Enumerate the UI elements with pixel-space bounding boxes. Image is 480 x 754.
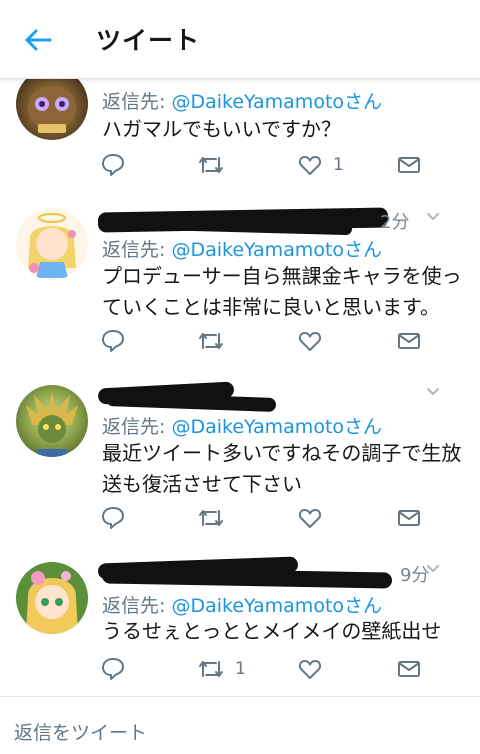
reply-handle-link[interactable]: @DaikeYamamotoさん <box>171 239 382 261</box>
tweet-actions <box>100 505 430 531</box>
tweet-actions <box>100 328 430 354</box>
tweet-item[interactable]: 2分 返信先: @DaikeYamamotoさん プロデューサー自ら無課金キャラ… <box>0 192 480 370</box>
avatar[interactable] <box>16 562 88 634</box>
like-icon <box>298 156 322 175</box>
reply-icon <box>102 154 124 176</box>
reply-icon <box>102 658 124 680</box>
reply-compose-input[interactable]: 返信をツイート <box>14 718 147 745</box>
tweet-text: プロデューサー自ら無課金キャラを使っ ていくことは非常に良いと思います。 <box>102 264 462 319</box>
app-header: ツイート <box>0 0 480 79</box>
message-button[interactable] <box>396 505 422 531</box>
like-button[interactable] <box>297 505 333 531</box>
reply-compose-bar[interactable]: 返信をツイート <box>0 696 480 754</box>
back-arrow-icon <box>25 29 52 51</box>
tweet-meta: 2分 <box>97 206 458 236</box>
tweet-item[interactable]: 返信先: @DaikeYamamotoさん 最近ツイート多いですねその調子で生放… <box>0 369 480 547</box>
redaction-mark <box>105 392 277 412</box>
reply-handle-link[interactable]: @DaikeYamamotoさん <box>171 91 382 113</box>
reply-to-label: 返信先: @DaikeYamamotoさん <box>102 595 383 617</box>
like-button[interactable]: 1 <box>297 152 344 178</box>
message-icon <box>398 510 420 526</box>
avatar[interactable] <box>16 385 88 457</box>
reply-button[interactable] <box>100 152 126 178</box>
page-title: ツイート <box>96 26 201 55</box>
tweet-meta: 9分 <box>97 556 458 589</box>
redaction-mark <box>101 567 393 589</box>
retweet-button[interactable] <box>197 505 235 531</box>
reply-to-label: 返信先: @DaikeYamamotoさん <box>102 91 383 113</box>
retweet-icon <box>199 333 223 349</box>
message-button[interactable] <box>396 656 422 682</box>
message-button[interactable] <box>396 328 422 354</box>
chevron-down-icon[interactable] <box>424 560 442 578</box>
tweet-text: ハガマルでもいいですか？ <box>102 117 341 141</box>
back-button[interactable] <box>18 22 58 58</box>
message-icon <box>398 661 420 677</box>
tweet-item[interactable]: 9分 返信先: @DaikeYamamotoさん うるせぇとっととメイメイの壁紙… <box>0 546 480 697</box>
retweet-button[interactable]: 1 <box>197 656 246 682</box>
chevron-down-icon[interactable] <box>424 383 442 401</box>
tweet-time: 2分 <box>380 212 410 233</box>
tweet-actions: 1 <box>100 656 430 682</box>
like-button[interactable] <box>297 656 333 682</box>
like-button[interactable] <box>297 328 333 354</box>
tweet-text: うるせぇとっととメイメイの壁紙出せ <box>102 619 442 643</box>
reply-to-label: 返信先: @DaikeYamamotoさん <box>102 416 383 438</box>
like-icon <box>298 332 322 351</box>
tweet-text: 最近ツイート多いですねその調子で生放 送も復活させて下さい <box>102 441 462 496</box>
retweet-button[interactable] <box>197 328 235 354</box>
reply-handle-link[interactable]: @DaikeYamamotoさん <box>171 416 382 438</box>
retweet-icon <box>199 157 223 173</box>
reply-handle-link[interactable]: @DaikeYamamotoさん <box>171 595 382 617</box>
like-icon <box>298 660 322 679</box>
message-icon <box>398 157 420 173</box>
reply-button[interactable] <box>100 328 126 354</box>
tweet-actions: 1 <box>100 152 430 178</box>
message-icon <box>398 333 420 349</box>
reply-button[interactable] <box>100 656 126 682</box>
retweet-icon <box>199 661 223 677</box>
retweet-count: 1 <box>235 659 246 679</box>
like-icon <box>298 509 322 528</box>
reply-to-label: 返信先: @DaikeYamamotoさん <box>102 239 383 261</box>
chevron-down-icon[interactable] <box>424 208 442 226</box>
retweet-button[interactable] <box>197 152 235 178</box>
avatar[interactable] <box>16 208 88 280</box>
retweet-icon <box>199 510 223 526</box>
reply-button[interactable] <box>100 505 126 531</box>
reply-icon <box>102 507 124 529</box>
message-button[interactable] <box>396 152 422 178</box>
like-count: 1 <box>333 155 344 175</box>
tweet-meta <box>97 381 458 412</box>
reply-icon <box>102 330 124 352</box>
